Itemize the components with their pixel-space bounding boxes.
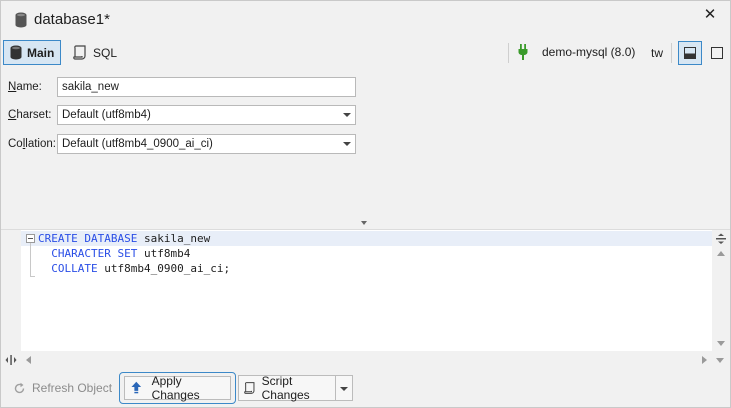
sql-keyword: COLLATE [51,262,98,275]
scroll-down-icon[interactable] [717,341,725,346]
script-changes-button[interactable]: Script Changes [238,374,336,402]
panel-bottom-icon [684,47,696,59]
scroll-left-icon[interactable] [26,356,31,364]
chevron-down-icon [340,387,348,391]
connection-label: demo-mysql (8.0) [542,45,636,59]
sql-keyword: CREATE DATABASE [38,232,138,245]
collation-select-value: Default (utf8mb4_0900_ai_ci) [62,138,213,150]
tab-sql-label: SQL [93,45,118,60]
sql-editor[interactable]: CREATE DATABASE sakila_new CHARACTER SET… [1,229,730,369]
horizontal-scrollbar[interactable] [1,351,730,369]
fold-guide [30,243,31,277]
layout-bottom-panel-button[interactable] [678,41,702,65]
fold-guide-end [30,276,35,277]
vertical-scrollbar[interactable] [712,230,730,351]
collation-select[interactable]: Default (utf8mb4_0900_ai_ci) [57,134,356,154]
sql-text: sakila_new [137,232,211,245]
toolbar-divider [508,43,509,63]
title-bar: database1* ✕ [1,1,730,37]
scroll-up-icon[interactable] [717,251,725,256]
refresh-icon [14,382,25,393]
sql-keyword: CHARACTER SET [51,247,138,260]
layout-full-panel-button[interactable] [705,41,729,65]
name-row: Name: [8,77,58,97]
connection-indicator[interactable]: demo-mysql (8.0) [518,44,635,60]
toolbar: Main SQL demo-mysql (8.0) tw [1,38,730,68]
sql-text: utf8mb4_0900_ai_ci; [97,262,231,275]
script-changes-label: Script Changes [261,374,310,402]
apply-arrow-icon [131,381,142,394]
sql-code[interactable]: CREATE DATABASE sakila_new CHARACTER SET… [38,231,230,276]
user-label[interactable]: tw [651,46,663,60]
scroll-right-icon[interactable] [702,356,707,364]
split-horizontal-icon[interactable] [5,354,17,366]
charset-row: Charset: [8,105,58,125]
chevron-down-icon [343,113,351,117]
database-icon [10,45,22,60]
tab-main-label: Main [27,45,55,60]
tab-sql[interactable]: SQL [67,40,127,65]
close-button[interactable]: ✕ [700,6,720,26]
splitter-handle[interactable] [361,221,367,225]
editor-gutter [1,230,21,351]
collation-label: Collation: [8,138,56,150]
collation-row: Collation: [8,134,58,154]
charset-select-value: Default (utf8mb4) [62,109,151,121]
toolbar-divider [671,43,672,63]
panel-full-icon [711,47,723,59]
sql-indent [38,247,51,260]
apply-changes-button[interactable]: Apply Changes [124,374,231,402]
scroll-down-icon[interactable] [716,358,724,363]
name-input[interactable]: sakila_new [57,77,356,97]
refresh-object-label: Refresh Object [32,381,113,395]
charset-label: Charset: [8,109,52,121]
apply-changes-focus-ring: Apply Changes [119,372,236,404]
refresh-object-button[interactable]: Refresh Object [5,375,115,401]
fold-toggle-icon[interactable] [26,234,35,243]
database-icon [15,12,27,28]
script-changes-dropdown[interactable] [336,375,353,401]
plug-icon [518,44,528,60]
tab-main[interactable]: Main [3,40,61,65]
script-icon [244,382,255,394]
sql-text: utf8mb4 [137,247,191,260]
sql-indent [38,262,51,275]
apply-changes-label: Apply Changes [151,374,200,402]
chevron-down-icon [343,142,351,146]
script-icon [73,45,86,60]
window-title: database1* [34,11,110,28]
name-label: Name: [8,81,42,93]
split-editor-icon[interactable] [715,233,727,245]
charset-select[interactable]: Default (utf8mb4) [57,105,356,125]
